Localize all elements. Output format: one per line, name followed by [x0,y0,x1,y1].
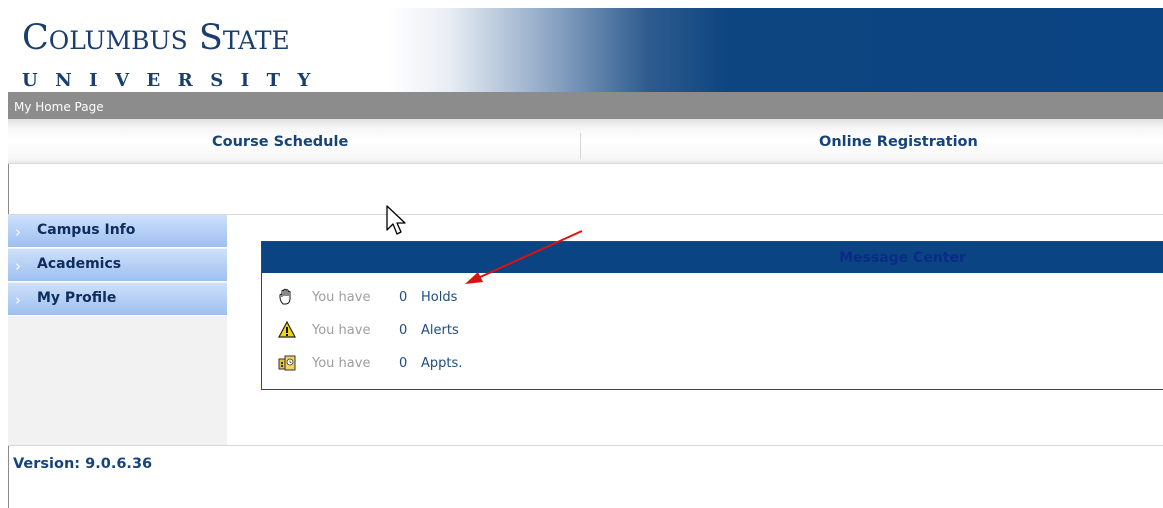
message-center-header: Message Center [262,242,1163,273]
sidebar-item-label: Academics [37,256,122,272]
sidebar-item-academics[interactable]: › Academics [8,249,227,282]
alerts-link[interactable]: Alerts [421,322,459,340]
holds-count: 0 [399,290,408,305]
university-logo-title: Columbus State [22,18,290,58]
alerts-count: 0 [399,323,408,338]
chevron-right-icon: › [15,291,21,309]
message-prefix: You have [312,290,371,305]
nav-online-registration[interactable]: Online Registration [819,133,978,151]
sidebar-item-my-profile[interactable]: › My Profile [8,283,227,316]
warning-icon [278,321,296,338]
chevron-right-icon: › [15,223,21,241]
hand-stop-icon [279,288,291,305]
breadcrumb: My Home Page [14,100,104,114]
message-prefix: You have [312,356,371,371]
appointments-link[interactable]: Appts. [421,355,462,373]
sidebar: › Campus Info › Academics › My Profile [8,215,227,445]
message-prefix: You have [312,323,371,338]
divider [8,445,1163,446]
mouse-cursor-icon [386,205,406,235]
chevron-right-icon: › [15,257,21,275]
appointments-count: 0 [399,356,408,371]
top-navigation: Course Schedule Online Registration [8,119,1163,164]
nav-divider [580,133,581,159]
version-label: Version: 9.0.6.36 [13,456,153,472]
message-center-panel: Message Center You have 0 Holds You have… [261,241,1163,390]
nav-course-schedule[interactable]: Course Schedule [212,133,348,151]
breadcrumb-bar: My Home Page [8,92,1163,119]
message-center-title: Message Center [839,250,966,266]
university-logo-subtitle: UNIVERSITY [22,70,328,91]
sidebar-item-campus-info[interactable]: › Campus Info [8,215,227,248]
sidebar-item-label: My Profile [37,290,117,306]
sidebar-item-label: Campus Info [37,222,136,238]
header-banner: Columbus State UNIVERSITY [8,8,1163,92]
holds-link[interactable]: Holds [421,289,457,307]
appointment-icon [278,355,296,371]
